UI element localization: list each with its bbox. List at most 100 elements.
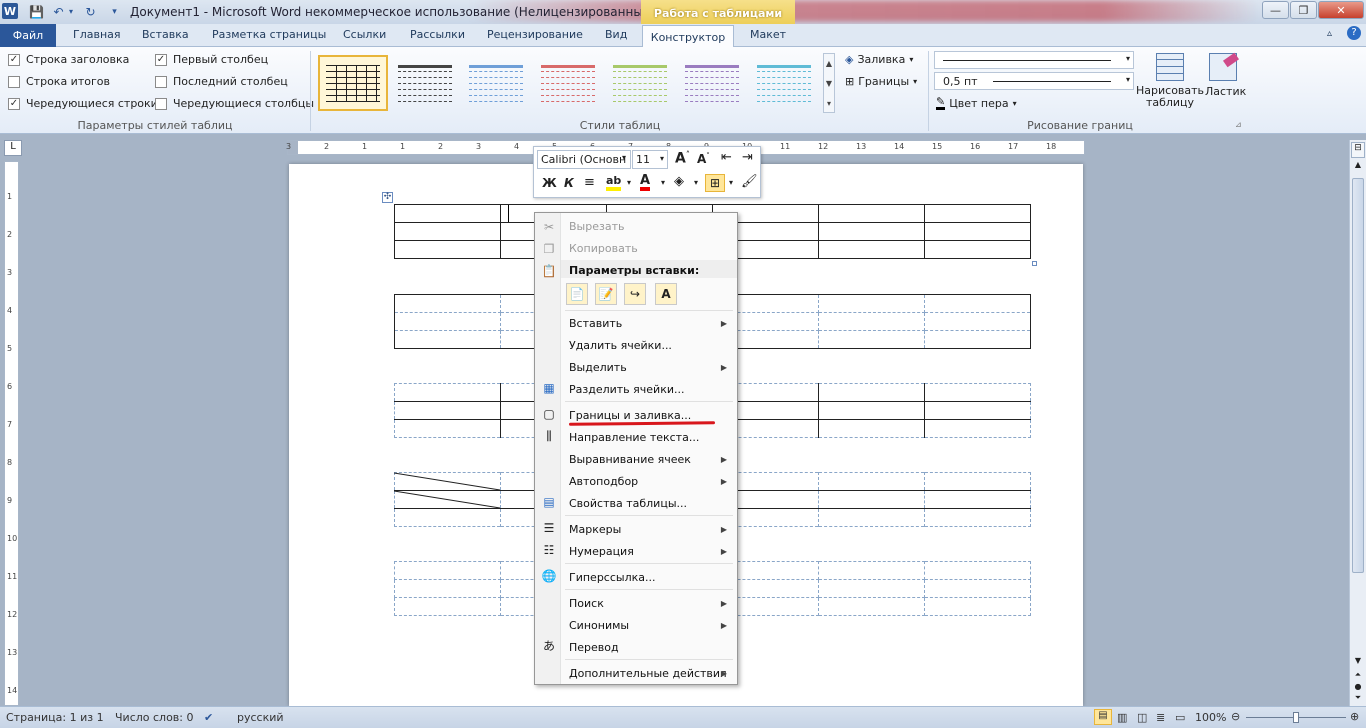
customize-qat-icon[interactable]: ▾ [106, 3, 123, 20]
dialog-launcher-icon[interactable]: ⊿ [1235, 120, 1242, 129]
shading-icon[interactable]: ◈ [674, 174, 684, 189]
collapse-ribbon-icon[interactable]: ▵ [1327, 28, 1332, 39]
font-size-select[interactable]: 11 ▾ [632, 150, 668, 169]
checkbox-header-row[interactable]: ✓ Строка заголовка [8, 53, 129, 66]
draft-icon[interactable]: ▭ [1175, 711, 1185, 724]
menu-item-numbering[interactable]: Нумерация [569, 545, 634, 558]
table-move-handle-icon[interactable]: ✣ [382, 192, 393, 203]
tab-home[interactable]: Главная [73, 28, 121, 41]
line-weight-select[interactable]: 0,5 пт ▾ [934, 72, 1134, 90]
menu-item-delete-cells[interactable]: Удалить ячейки... [569, 339, 672, 352]
increase-indent-icon[interactable]: ⇥ [742, 150, 753, 165]
tab-review[interactable]: Рецензирование [487, 28, 583, 41]
menu-item-hyperlink[interactable]: Гиперссылка... [569, 571, 656, 584]
bold-button[interactable]: Ж [542, 176, 557, 190]
tab-references[interactable]: Ссылки [343, 28, 386, 41]
paste-text-only-icon[interactable]: A [655, 283, 677, 305]
tab-design[interactable]: Конструктор [642, 25, 734, 48]
paste-keep-formatting-icon[interactable]: 📄 [566, 283, 588, 305]
checkbox-first-column[interactable]: ✓ Первый столбец [155, 53, 268, 66]
table-style-aqua[interactable] [751, 57, 817, 109]
proofing-icon[interactable]: ✔ [204, 711, 213, 724]
word-app-icon[interactable]: W [2, 3, 18, 19]
full-screen-reading-icon[interactable]: ▥ [1117, 711, 1127, 724]
scroll-thumb[interactable] [1352, 178, 1364, 573]
italic-button[interactable]: К [564, 176, 574, 190]
help-icon[interactable]: ? [1347, 26, 1361, 40]
minimize-button[interactable]: — [1262, 1, 1289, 19]
grow-font-icon[interactable]: A˄ [675, 150, 690, 167]
chevron-down-icon[interactable]: ▾ [694, 178, 698, 187]
decrease-indent-icon[interactable]: ⇤ [721, 150, 732, 165]
save-icon[interactable]: 💾 [28, 3, 45, 20]
vertical-scrollbar[interactable]: ⊟ ▲ ▼ ⏶ ● ⏷ [1349, 140, 1366, 706]
zoom-level[interactable]: 100% [1195, 711, 1226, 724]
draw-table-button[interactable]: Нарисовать таблицу [1136, 53, 1204, 115]
tab-view[interactable]: Вид [605, 28, 627, 41]
menu-item-insert[interactable]: Вставить [569, 317, 622, 330]
maximize-button[interactable]: ❐ [1290, 1, 1317, 19]
fill-button[interactable]: ◈ Заливка ▾ [845, 53, 913, 66]
font-name-select[interactable]: Calibri (Основн [537, 150, 631, 169]
undo-icon[interactable]: ↶ [50, 3, 67, 20]
table-style-blue[interactable] [463, 57, 529, 109]
chevron-down-icon[interactable]: ▾ [661, 178, 665, 187]
tab-page-layout[interactable]: Разметка страницы [212, 28, 326, 41]
ruler-toggle-icon[interactable]: ⊟ [1351, 142, 1365, 158]
chevron-down-icon[interactable]: ▾ [627, 178, 631, 187]
prev-page-icon[interactable]: ⏶ [1351, 670, 1365, 682]
tab-selector[interactable]: L [4, 140, 22, 156]
zoom-out-icon[interactable]: ⊖ [1231, 710, 1240, 723]
line-style-select[interactable]: ▾ [934, 51, 1134, 69]
table-style-green[interactable] [607, 57, 673, 109]
font-color-icon[interactable]: A [640, 174, 651, 191]
eraser-button[interactable]: Ластик [1205, 52, 1246, 115]
table-style-light-shading[interactable] [392, 57, 458, 109]
menu-item-cell-alignment[interactable]: Выравнивание ячеек [569, 453, 691, 466]
menu-item-select[interactable]: Выделить [569, 361, 627, 374]
language[interactable]: русский [237, 711, 284, 724]
outline-icon[interactable]: ≣ [1156, 711, 1165, 724]
close-button[interactable]: ✕ [1318, 1, 1364, 19]
undo-dropdown-icon[interactable]: ▾ [66, 3, 76, 20]
borders-button[interactable]: ⊞ Границы ▾ [845, 75, 917, 88]
zoom-slider-thumb[interactable] [1293, 712, 1299, 723]
pen-color-button[interactable]: ✎ Цвет пера ▾ [936, 96, 1017, 110]
next-page-icon[interactable]: ⏷ [1351, 693, 1365, 705]
gallery-scroll[interactable]: ▲ ▼ ▾ [823, 53, 835, 113]
menu-item-borders-shading[interactable]: Границы и заливка... [569, 409, 691, 422]
menu-item-text-direction[interactable]: Направление текста... [569, 431, 699, 444]
menu-item-more-actions[interactable]: Дополнительные действия [569, 667, 727, 680]
shrink-font-icon[interactable]: A˅ [697, 152, 710, 166]
vertical-ruler[interactable]: 1 2 3 4 5 6 7 8 9 10 11 12 13 14 [4, 161, 19, 706]
web-layout-icon[interactable]: ◫ [1137, 711, 1147, 724]
menu-item-table-properties[interactable]: Свойства таблицы... [569, 497, 687, 510]
page-count[interactable]: Страница: 1 из 1 [6, 711, 104, 724]
print-layout-icon[interactable]: ▤ [1094, 709, 1112, 725]
checkbox-banded-columns[interactable]: Чередующиеся столбцы [155, 97, 314, 110]
menu-item-search[interactable]: Поиск [569, 597, 604, 610]
highlight-icon[interactable]: ab [606, 175, 622, 191]
zoom-in-icon[interactable]: ⊕ [1350, 710, 1359, 723]
tab-mailings[interactable]: Рассылки [410, 28, 465, 41]
menu-item-cut[interactable]: Вырезать [569, 220, 624, 233]
paste-nest-table-icon[interactable]: ↪ [624, 283, 646, 305]
word-count[interactable]: Число слов: 0 [115, 711, 194, 724]
menu-item-translate[interactable]: Перевод [569, 641, 619, 654]
scroll-up-icon[interactable]: ▲ [1351, 160, 1365, 174]
borders-icon[interactable]: ⊞ [705, 174, 725, 192]
scroll-down-icon[interactable]: ▼ [1351, 656, 1365, 670]
redo-icon[interactable]: ↻ [82, 3, 99, 20]
menu-item-copy[interactable]: Копировать [569, 242, 638, 255]
checkbox-total-row[interactable]: Строка итогов [8, 75, 110, 88]
tab-file[interactable]: Файл [0, 24, 56, 47]
tab-layout[interactable]: Макет [750, 28, 786, 41]
table-style-purple[interactable] [679, 57, 745, 109]
menu-item-synonyms[interactable]: Синонимы [569, 619, 629, 632]
paste-merge-formatting-icon[interactable]: 📝 [595, 283, 617, 305]
table-resize-handle[interactable] [1032, 261, 1037, 266]
tab-insert[interactable]: Вставка [142, 28, 189, 41]
menu-item-split-cells[interactable]: Разделить ячейки... [569, 383, 684, 396]
format-painter-icon[interactable]: 🖌 [741, 174, 758, 189]
table-style-grid[interactable] [318, 55, 388, 111]
